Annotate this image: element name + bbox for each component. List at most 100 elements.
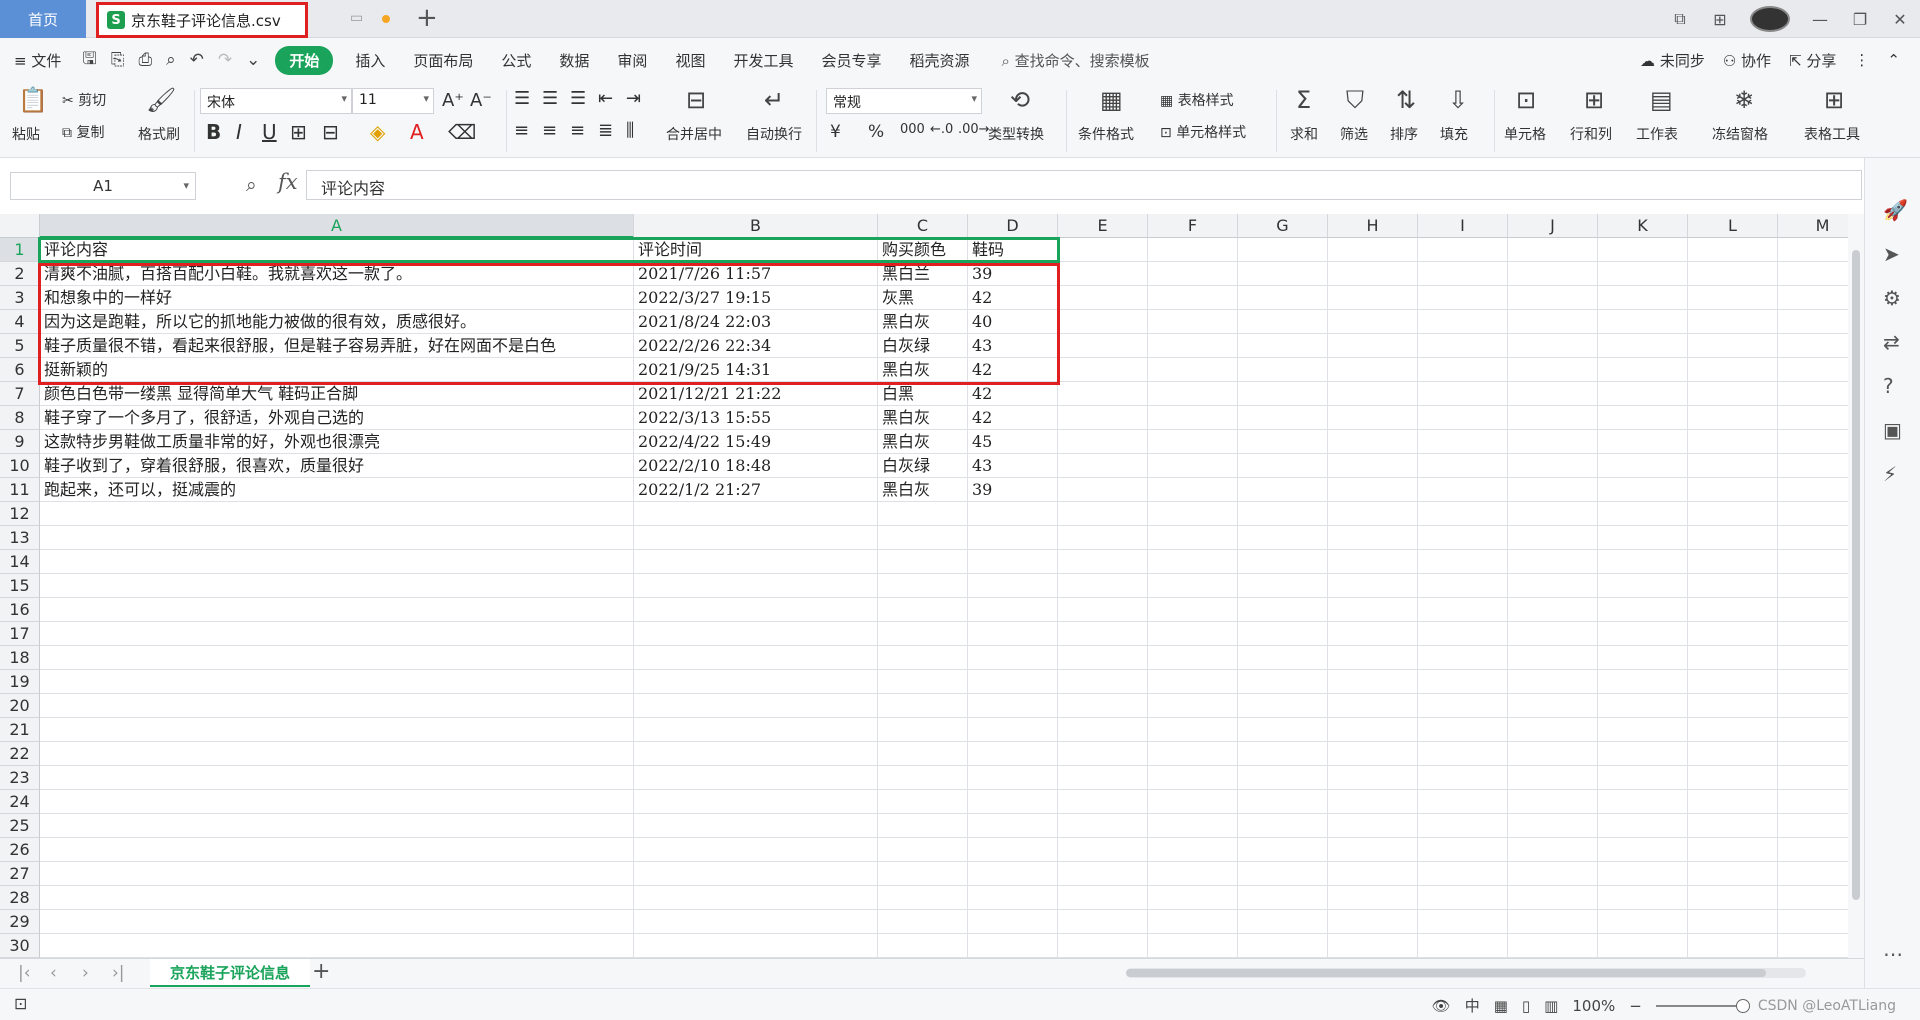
wrap-text-button[interactable]: 自动换行 xyxy=(746,124,802,144)
cell-b5[interactable]: 2022/2/26 22:34 xyxy=(634,334,878,358)
name-box[interactable]: A1 ▾ xyxy=(10,172,196,200)
print-icon[interactable]: ⎙ xyxy=(131,50,159,70)
row-header-28[interactable]: 28 xyxy=(0,886,40,910)
font-size-decrease-icon[interactable]: A⁻ xyxy=(470,90,492,111)
cell-d25[interactable] xyxy=(968,814,1058,838)
more-options-icon[interactable]: ⋮ xyxy=(1854,51,1869,69)
cell-a17[interactable] xyxy=(40,622,634,646)
cell-d19[interactable] xyxy=(968,670,1058,694)
cell-l6[interactable] xyxy=(1688,358,1778,382)
fill-icon[interactable]: ⇩ xyxy=(1448,86,1468,114)
freeze-button[interactable]: 冻结窗格 xyxy=(1712,124,1768,144)
cell-i11[interactable] xyxy=(1418,478,1508,502)
page-break-view-icon[interactable]: ▥ xyxy=(1544,997,1558,1015)
cell-b6[interactable]: 2021/9/25 14:31 xyxy=(634,358,878,382)
cell-f16[interactable] xyxy=(1148,598,1238,622)
merge-center-button[interactable]: 合并居中 xyxy=(666,124,722,144)
cell-f18[interactable] xyxy=(1148,646,1238,670)
cell-k2[interactable] xyxy=(1598,262,1688,286)
cell-i29[interactable] xyxy=(1418,910,1508,934)
column-header-g[interactable]: G xyxy=(1238,214,1328,238)
cell-k20[interactable] xyxy=(1598,694,1688,718)
cell-i22[interactable] xyxy=(1418,742,1508,766)
zoom-value[interactable]: 100% xyxy=(1572,997,1615,1015)
cell-l10[interactable] xyxy=(1688,454,1778,478)
clear-format-icon[interactable]: ⌫ xyxy=(448,120,476,144)
align-bottom-icon[interactable]: ☰ xyxy=(570,88,586,109)
row-header-21[interactable]: 21 xyxy=(0,718,40,742)
horizontal-scroll-thumb[interactable] xyxy=(1126,969,1766,977)
avatar[interactable] xyxy=(1750,6,1790,32)
cell-c24[interactable] xyxy=(878,790,968,814)
cell-j17[interactable] xyxy=(1508,622,1598,646)
apps-grid-icon[interactable]: ⊞ xyxy=(1700,10,1740,29)
cell-h29[interactable] xyxy=(1328,910,1418,934)
cell-g2[interactable] xyxy=(1238,262,1328,286)
cell-d26[interactable] xyxy=(968,838,1058,862)
cell-g15[interactable] xyxy=(1238,574,1328,598)
cell-a21[interactable] xyxy=(40,718,634,742)
sum-icon[interactable]: Σ xyxy=(1296,86,1311,114)
cell-j16[interactable] xyxy=(1508,598,1598,622)
table-border-icon[interactable]: ⊟ xyxy=(322,120,339,144)
row-col-button[interactable]: 行和列 xyxy=(1570,124,1612,144)
cell-h5[interactable] xyxy=(1328,334,1418,358)
cell-d22[interactable] xyxy=(968,742,1058,766)
cell-e13[interactable] xyxy=(1058,526,1148,550)
cell-k12[interactable] xyxy=(1598,502,1688,526)
cell-d24[interactable] xyxy=(968,790,1058,814)
freeze-icon[interactable]: ❄ xyxy=(1734,86,1754,114)
cell-h7[interactable] xyxy=(1328,382,1418,406)
cell-j29[interactable] xyxy=(1508,910,1598,934)
wrap-text-icon[interactable]: ↵ xyxy=(764,86,784,114)
cell-e14[interactable] xyxy=(1058,550,1148,574)
next-sheet-icon[interactable]: › xyxy=(82,963,89,983)
cell-b15[interactable] xyxy=(634,574,878,598)
cell-k27[interactable] xyxy=(1598,862,1688,886)
justify-icon[interactable]: ≣ xyxy=(598,120,613,141)
tab-member[interactable]: 会员专享 xyxy=(807,50,895,71)
cell-l28[interactable] xyxy=(1688,886,1778,910)
sort-button[interactable]: 排序 xyxy=(1390,124,1418,144)
undo-icon[interactable]: ↶ xyxy=(183,50,211,70)
cell-f29[interactable] xyxy=(1148,910,1238,934)
cell-k18[interactable] xyxy=(1598,646,1688,670)
cell-h4[interactable] xyxy=(1328,310,1418,334)
cell-k24[interactable] xyxy=(1598,790,1688,814)
print-preview-icon[interactable]: ⌕ xyxy=(159,50,183,70)
cell-i4[interactable] xyxy=(1418,310,1508,334)
cell-c19[interactable] xyxy=(878,670,968,694)
cell-i13[interactable] xyxy=(1418,526,1508,550)
cell-e24[interactable] xyxy=(1058,790,1148,814)
cell-b19[interactable] xyxy=(634,670,878,694)
cell-b11[interactable]: 2022/1/2 21:27 xyxy=(634,478,878,502)
cell-g22[interactable] xyxy=(1238,742,1328,766)
column-header-l[interactable]: L xyxy=(1688,214,1778,238)
cell-f2[interactable] xyxy=(1148,262,1238,286)
cell-h3[interactable] xyxy=(1328,286,1418,310)
cell-d9[interactable]: 45 xyxy=(968,430,1058,454)
quick-access-dropdown-icon[interactable]: ⌄ xyxy=(239,50,267,70)
row-header-5[interactable]: 5 xyxy=(0,334,40,358)
cell-b1[interactable]: 评论时间 xyxy=(634,238,878,262)
cell-c8[interactable]: 黑白灰 xyxy=(878,406,968,430)
cell-a1[interactable]: 评论内容 xyxy=(40,238,634,262)
cell-g13[interactable] xyxy=(1238,526,1328,550)
cell-g17[interactable] xyxy=(1238,622,1328,646)
column-header-j[interactable]: J xyxy=(1508,214,1598,238)
row-header-10[interactable]: 10 xyxy=(0,454,40,478)
cell-h30[interactable] xyxy=(1328,934,1418,958)
file-menu[interactable]: ≡ 文件 xyxy=(0,50,75,71)
cell-c9[interactable]: 黑白灰 xyxy=(878,430,968,454)
cell-i5[interactable] xyxy=(1418,334,1508,358)
cell-j20[interactable] xyxy=(1508,694,1598,718)
cell-a27[interactable] xyxy=(40,862,634,886)
cell-j30[interactable] xyxy=(1508,934,1598,958)
cell-c15[interactable] xyxy=(878,574,968,598)
cell-l14[interactable] xyxy=(1688,550,1778,574)
row-header-4[interactable]: 4 xyxy=(0,310,40,334)
cell-g25[interactable] xyxy=(1238,814,1328,838)
cell-k14[interactable] xyxy=(1598,550,1688,574)
cell-c12[interactable] xyxy=(878,502,968,526)
cell-l23[interactable] xyxy=(1688,766,1778,790)
